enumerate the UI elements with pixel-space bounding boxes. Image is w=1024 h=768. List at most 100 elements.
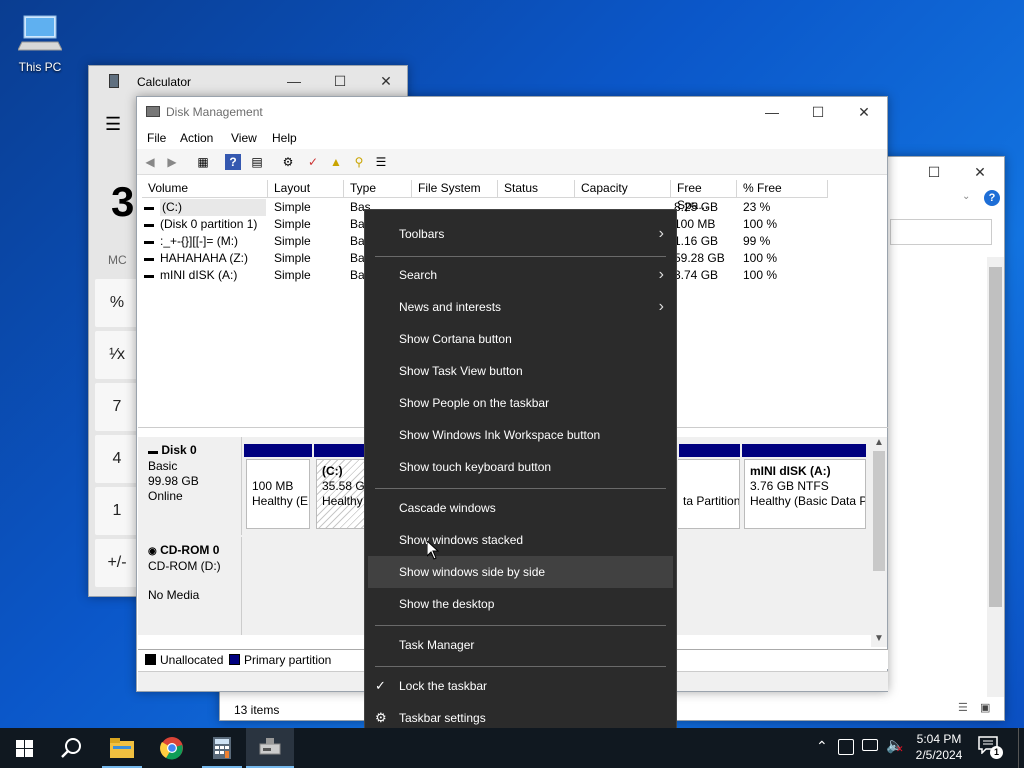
volume-muted-icon[interactable]: 🔈 ✕: [886, 736, 905, 754]
menu-item-task-manager[interactable]: Task Manager: [365, 629, 676, 661]
back-arrow-icon[interactable]: ◀: [142, 154, 158, 170]
scroll-up-icon[interactable]: ▲: [874, 437, 884, 448]
menu-item-stacked[interactable]: Show windows stacked: [365, 524, 676, 556]
menu-item-label: Search: [399, 268, 438, 282]
start-button[interactable]: [0, 728, 48, 768]
scrollbar-thumb[interactable]: [989, 267, 1002, 607]
help-icon[interactable]: ?: [984, 190, 1000, 206]
search-button[interactable]: [48, 728, 96, 768]
calc-maximize-button[interactable]: ☐: [317, 66, 363, 96]
partition-system[interactable]: 100 MB Healthy (E: [246, 459, 310, 529]
large-icons-view-icon[interactable]: ▣: [980, 701, 990, 714]
menu-item-touch-keyboard[interactable]: Show touch keyboard button: [365, 451, 676, 483]
dm-minimize-button[interactable]: —: [749, 97, 795, 127]
menu-help[interactable]: Help: [272, 131, 297, 145]
col-layout[interactable]: Layout: [268, 180, 344, 198]
menu-item-people[interactable]: Show People on the taskbar: [365, 387, 676, 419]
volume-layout: Simple: [274, 251, 311, 265]
this-pc-desktop-icon[interactable]: This PC: [12, 8, 68, 78]
explorer-vertical-scrollbar[interactable]: [987, 257, 1004, 697]
partition-z[interactable]: ta Partition: [678, 459, 740, 529]
menu-item-search[interactable]: Search ›: [365, 259, 676, 291]
forward-arrow-icon[interactable]: ▶: [164, 154, 180, 170]
checklist-icon[interactable]: ✓: [305, 154, 321, 170]
col-percent-free[interactable]: % Free: [737, 180, 828, 198]
partition-status: Healthy (E: [252, 494, 309, 508]
security-icon[interactable]: [838, 739, 854, 755]
menu-item-cortana[interactable]: Show Cortana button: [365, 323, 676, 355]
computer-icon: [17, 15, 63, 51]
menu-item-news[interactable]: News and interests ›: [365, 291, 676, 323]
menu-action[interactable]: Action: [180, 131, 213, 145]
action-center-button[interactable]: 1: [978, 736, 1006, 760]
percent-key[interactable]: %: [95, 279, 139, 327]
negate-key[interactable]: +/-: [95, 539, 139, 587]
cdrom-name: CD-ROM 0: [160, 543, 220, 557]
partition-c[interactable]: (C:) 35.58 GB Healthy: [316, 459, 368, 529]
seven-key[interactable]: 7: [95, 383, 139, 431]
search-box[interactable]: [890, 219, 992, 245]
hamburger-menu-icon[interactable]: ☰: [105, 114, 121, 135]
menu-item-show-desktop[interactable]: Show the desktop: [365, 588, 676, 620]
memory-clear-button[interactable]: MC: [108, 253, 127, 267]
cdrom-type: CD-ROM (D:): [148, 559, 221, 573]
calc-close-button[interactable]: ✕: [363, 66, 409, 96]
menu-item-side-by-side[interactable]: Show windows side by side: [368, 556, 673, 588]
calc-minimize-button[interactable]: —: [271, 66, 317, 96]
console-tree-icon[interactable]: ▦: [195, 154, 211, 170]
col-free-space[interactable]: Free Spa...: [671, 180, 737, 212]
taskbar-calculator[interactable]: [198, 728, 246, 768]
taskbar: ⌃ 🔈 ✕ 5:04 PM 2/5/2024 1: [0, 728, 1024, 768]
ribbon-expand-icon[interactable]: ⌄: [962, 191, 970, 202]
status-items-count: 13 items: [234, 703, 280, 717]
properties-icon[interactable]: ▤: [249, 154, 265, 170]
settings-list-icon[interactable]: ☰: [373, 154, 389, 170]
menu-item-task-view[interactable]: Show Task View button: [365, 355, 676, 387]
legend-unallocated: Unallocated: [160, 653, 224, 667]
dm-close-button[interactable]: ✕: [841, 97, 887, 127]
disk0-info[interactable]: ▬ Disk 0 Basic 99.98 GB Online: [138, 437, 242, 535]
explorer-maximize-button[interactable]: ☐: [911, 157, 957, 187]
cd-drive-icon: ◉: [148, 546, 157, 557]
dm-titlebar[interactable]: Disk Management — ☐ ✕: [137, 97, 887, 127]
help-topic-icon[interactable]: ?: [225, 154, 241, 170]
calculator-app-icon: [109, 74, 119, 88]
four-key[interactable]: 4: [95, 435, 139, 483]
partition-a[interactable]: mINI dISK (A:) 3.76 GB NTFS Healthy (Bas…: [744, 459, 866, 529]
tablet-icon[interactable]: [862, 739, 878, 751]
show-desktop-button[interactable]: [1018, 728, 1024, 768]
cdrom-info[interactable]: ◉ CD-ROM 0 CD-ROM (D:) No Media: [138, 537, 242, 635]
col-file-system[interactable]: File System: [412, 180, 498, 198]
partition-status: Healthy: [322, 494, 363, 508]
show-hidden-icons-chevron-icon[interactable]: ⌃: [816, 738, 828, 755]
menu-item-ink-workspace[interactable]: Show Windows Ink Workspace button: [365, 419, 676, 451]
menu-view[interactable]: View: [231, 131, 257, 145]
connect-icon[interactable]: ⚙: [280, 154, 296, 170]
search-folder-icon[interactable]: ⚲: [351, 154, 367, 170]
menu-item-lock-taskbar[interactable]: ✓ Lock the taskbar: [365, 670, 676, 702]
clock[interactable]: 5:04 PM 2/5/2024: [910, 731, 968, 763]
col-capacity[interactable]: Capacity: [575, 180, 671, 198]
dm-maximize-button[interactable]: ☐: [795, 97, 841, 127]
scroll-down-icon[interactable]: ▼: [874, 633, 884, 644]
menu-file[interactable]: File: [147, 131, 166, 145]
col-volume[interactable]: Volume: [142, 180, 268, 198]
chrome-icon: [160, 737, 183, 760]
graph-vertical-scrollbar[interactable]: ▲ ▼: [871, 437, 887, 647]
details-view-icon[interactable]: ☰: [958, 701, 968, 714]
one-key[interactable]: 1: [95, 487, 139, 535]
taskbar-disk-management[interactable]: [246, 728, 294, 768]
volume-layout: Simple: [274, 217, 311, 231]
explorer-close-button[interactable]: ✕: [957, 157, 1003, 187]
folder-up-icon[interactable]: ▲: [328, 154, 344, 170]
chevron-right-icon: ›: [658, 225, 664, 242]
taskbar-file-explorer[interactable]: [98, 728, 146, 768]
scrollbar-thumb[interactable]: [873, 451, 885, 571]
menu-item-cascade[interactable]: Cascade windows: [365, 492, 676, 524]
taskbar-chrome[interactable]: [148, 728, 196, 768]
menu-item-toolbars[interactable]: Toolbars ›: [365, 218, 676, 250]
reciprocal-key[interactable]: ¹⁄x: [95, 331, 139, 379]
col-status[interactable]: Status: [498, 180, 575, 198]
col-type[interactable]: Type: [344, 180, 412, 198]
menu-item-label: Toolbars: [399, 227, 445, 241]
